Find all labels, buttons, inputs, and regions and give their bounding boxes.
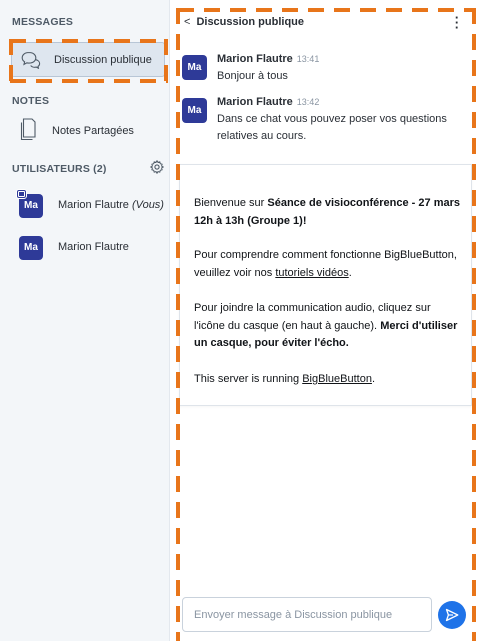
users-section-title: UTILISATEURS (2) xyxy=(12,163,107,175)
welcome-punct: . xyxy=(348,266,352,279)
chat-header-back[interactable]: < Discussion publique xyxy=(184,16,304,32)
annotation-highlight-bottom xyxy=(10,79,168,83)
welcome-paragraph-3: Pour joindre la communication audio, cli… xyxy=(194,300,464,353)
presenter-badge-icon xyxy=(16,189,27,199)
sidebar-item-shared-notes[interactable]: Notes Partagées xyxy=(12,117,162,143)
shared-notes-label: Notes Partagées xyxy=(52,125,134,137)
welcome-text: Bienvenue sur xyxy=(194,197,268,209)
send-button[interactable] xyxy=(438,601,466,629)
message-time: 13:41 xyxy=(296,54,320,64)
message-text: Bonjour à tous xyxy=(217,70,288,82)
user-name-text: Marion Flautre xyxy=(58,199,129,211)
sender-name: Marion Flautre xyxy=(217,53,293,65)
welcome-punct: . xyxy=(371,373,375,385)
sidebar-item-public-chat[interactable]: Discussion publique xyxy=(11,42,165,77)
kebab-menu-icon[interactable]: · · · xyxy=(454,11,460,34)
bigbluebutton-link[interactable]: BigBlueButton xyxy=(302,373,372,385)
welcome-paragraph-4: This server is running BigBlueButton. xyxy=(194,371,464,389)
welcome-paragraph-1: Bienvenue sur Séance de visioconférence … xyxy=(194,195,464,230)
annotation-highlight-right xyxy=(164,39,168,83)
tutorials-link[interactable]: tutoriels vidéos xyxy=(275,267,348,279)
user-list-item-self[interactable]: Ma Marion Flautre (Vous) xyxy=(12,189,167,219)
gear-icon[interactable] xyxy=(150,160,164,174)
user-name: Marion Flautre (Vous) xyxy=(58,199,164,211)
user-you-tag: (Vous) xyxy=(131,199,164,211)
send-icon xyxy=(445,608,459,622)
chevron-left-icon: < xyxy=(184,16,191,28)
sidebar: MESSAGES Discussion publique NOTES Notes… xyxy=(0,0,170,641)
message-sender: Marion Flautre 13:42 xyxy=(217,96,319,108)
messages-section-title: MESSAGES xyxy=(12,16,74,28)
notes-section-title: NOTES xyxy=(12,95,50,107)
public-chat-label: Discussion publique xyxy=(54,54,152,66)
avatar: Ma xyxy=(182,98,207,123)
user-name: Marion Flautre xyxy=(58,241,129,253)
chat-panel: < Discussion publique · · · Ma Marion Flaut… xyxy=(170,0,480,641)
annotation-chat-top xyxy=(178,8,474,12)
document-icon xyxy=(20,118,36,141)
message-sender: Marion Flautre 13:41 xyxy=(217,53,319,65)
annotation-highlight-left xyxy=(9,39,13,83)
message-time: 13:42 xyxy=(296,97,320,107)
annotation-highlight-top xyxy=(10,39,168,43)
message-composer xyxy=(182,597,432,632)
message-text: Dans ce chat vous pouvez poser vos quest… xyxy=(217,113,447,142)
avatar: Ma xyxy=(182,55,207,80)
annotation-chat-left xyxy=(176,8,180,641)
avatar: Ma xyxy=(19,236,43,260)
welcome-paragraph-2: Pour comprendre comment fonctionne BigBl… xyxy=(194,247,464,282)
welcome-message: Bienvenue sur Séance de visioconférence … xyxy=(179,164,472,406)
chat-bubbles-icon xyxy=(21,51,41,69)
sender-name: Marion Flautre xyxy=(217,96,293,108)
annotation-chat-right xyxy=(472,8,476,641)
chat-title: Discussion publique xyxy=(196,16,305,28)
user-list-item[interactable]: Ma Marion Flautre xyxy=(12,233,167,261)
message-input[interactable] xyxy=(183,598,431,631)
welcome-text: This server is running xyxy=(194,373,303,385)
welcome-punct: ! xyxy=(302,214,307,227)
